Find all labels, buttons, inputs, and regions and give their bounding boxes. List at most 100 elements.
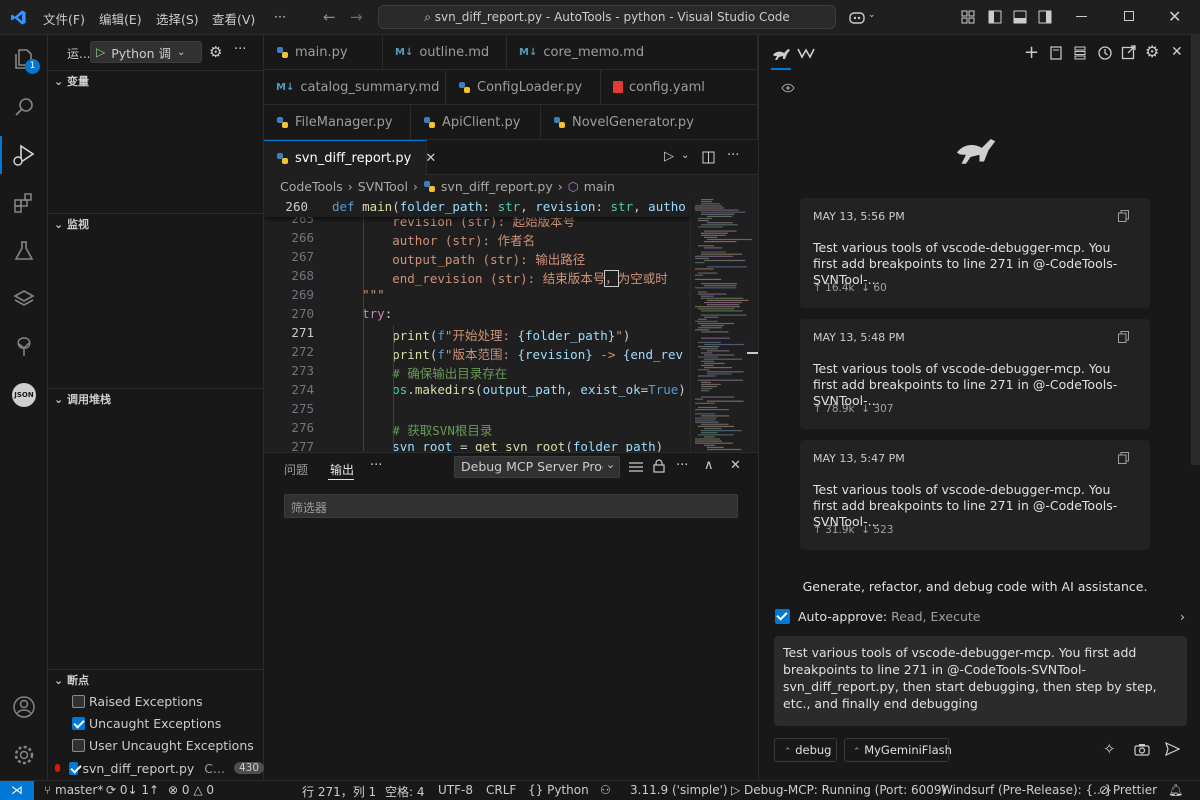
copilot-icon[interactable]	[848, 9, 866, 25]
maximize-panel-icon[interactable]: ∧	[704, 458, 714, 473]
menu-edit[interactable]: 编辑(E)	[99, 9, 142, 28]
watch-section-header[interactable]: ⌄ 监视	[48, 213, 264, 235]
close-window-icon[interactable]: ✕	[1168, 7, 1181, 26]
problems-status[interactable]: ⊗ 0 △ 0	[168, 783, 214, 797]
maximize-icon[interactable]	[1124, 11, 1134, 21]
editor-more-actions-icon[interactable]: ···	[727, 148, 739, 163]
history-card[interactable]: MAY 13, 5:56 PM Test various tools of vs…	[800, 198, 1150, 308]
breadcrumb-item[interactable]: svn_diff_report.py	[441, 179, 553, 194]
breadcrumb-item[interactable]: main	[584, 179, 615, 194]
checkbox-raised[interactable]	[72, 695, 85, 708]
layers-icon[interactable]	[0, 275, 48, 323]
checkbox-file-breakpoint[interactable]	[69, 761, 79, 775]
indentation[interactable]: 空格: 4	[385, 783, 425, 800]
run-python-file-icon[interactable]: ▷	[664, 149, 674, 164]
close-panel-icon[interactable]: ✕	[730, 458, 741, 473]
cursor-position[interactable]: 行 271，列 1	[302, 783, 376, 800]
callstack-section-header[interactable]: ⌄ 调用堆栈	[48, 388, 264, 410]
breakpoint-file-row[interactable]: svn_diff_report.py C... 430	[48, 757, 264, 779]
tab-core-memo-md[interactable]: M↓ core_memo.md	[507, 35, 758, 70]
search-icon[interactable]	[0, 83, 48, 131]
sticky-scroll-line[interactable]: 260 def main(folder_path: str, revision:…	[264, 197, 690, 217]
auto-approve-row[interactable]: Auto-approve: Read, Execute ›	[775, 606, 1185, 626]
python-interpreter[interactable]: 3.11.9 ('simple')	[630, 783, 728, 797]
checkbox-uncaught[interactable]	[72, 717, 85, 730]
menu-view[interactable]: 查看(V)	[212, 9, 255, 28]
close-chat-icon[interactable]: ✕	[1171, 44, 1183, 60]
prettier-status[interactable]: ⊘ Prettier	[1099, 783, 1157, 797]
chat-input[interactable]: Test various tools of vscode-debugger-mc…	[774, 636, 1187, 726]
copilot-dropdown-icon[interactable]: ⌄	[868, 10, 876, 20]
tab-output[interactable]: 输出	[330, 461, 354, 478]
breakpoint-uncaught-exceptions[interactable]: Uncaught Exceptions	[72, 716, 221, 731]
notifications-bell-icon[interactable]: 🔔︎	[1168, 783, 1183, 797]
tab-apiclient-py[interactable]: ApiClient.py	[411, 105, 541, 140]
debug-settings-gear-icon[interactable]: ⚙	[209, 43, 222, 61]
output-channel-select[interactable]: Debug MCP Server Proc	[454, 456, 620, 478]
testing-flask-icon[interactable]	[0, 227, 48, 275]
auto-approve-checkbox[interactable]	[775, 608, 790, 624]
tab-filemanager-py[interactable]: FileManager.py	[264, 105, 411, 140]
filter-list-icon[interactable]	[629, 462, 643, 473]
open-external-icon[interactable]	[1121, 45, 1136, 60]
code-editor[interactable]: 260 def main(folder_path: str, revision:…	[264, 197, 758, 452]
breadcrumb-item[interactable]: CodeTools	[280, 179, 343, 194]
tab-novelgenerator-py[interactable]: NovelGenerator.py	[541, 105, 758, 140]
copy-icon[interactable]	[1118, 210, 1129, 222]
customize-layout-icon[interactable]	[961, 10, 975, 24]
toggle-panel-icon[interactable]	[1013, 10, 1027, 24]
send-icon[interactable]	[1165, 742, 1180, 756]
extensions-icon[interactable]	[0, 179, 48, 227]
minimize-icon[interactable]	[1076, 16, 1087, 17]
panel-more-icon[interactable]: ···	[370, 458, 382, 473]
model-selector[interactable]: ⌃ MyGeminiFlash	[844, 738, 952, 762]
split-editor-icon[interactable]	[702, 151, 715, 164]
debug-mcp-status[interactable]: ▷ Debug-MCP: Running (Port: 6009)	[731, 783, 946, 797]
forward-arrow-icon[interactable]: →	[350, 8, 363, 26]
toggle-primary-sidebar-icon[interactable]	[988, 10, 1002, 24]
tab-catalog-summary-md[interactable]: M↓ catalog_summary.md	[264, 70, 446, 105]
minimap[interactable]	[690, 197, 758, 452]
manage-gear-icon[interactable]	[0, 731, 48, 779]
json-icon[interactable]: JSON	[0, 371, 48, 419]
start-debug-icon[interactable]: ▷	[96, 45, 105, 59]
git-branch[interactable]: ⑂ master*	[44, 783, 103, 797]
panel-overflow-icon[interactable]: ···	[676, 458, 688, 473]
chevron-right-icon[interactable]: ›	[1180, 609, 1185, 624]
end-of-line[interactable]: CRLF	[486, 783, 516, 797]
run-dropdown-icon[interactable]: ⌄	[681, 150, 689, 161]
copy-icon[interactable]	[1118, 331, 1129, 343]
language-mode[interactable]: {} Python	[528, 783, 589, 797]
encoding[interactable]: UTF-8	[438, 783, 473, 797]
windsurf-tab-icon[interactable]	[797, 47, 815, 59]
mode-selector[interactable]: ⌃ debug	[774, 738, 837, 762]
toggle-secondary-sidebar-icon[interactable]	[1038, 10, 1052, 24]
history-card[interactable]: MAY 13, 5:48 PM Test various tools of vs…	[800, 319, 1150, 429]
more-actions-icon[interactable]: ···	[234, 42, 246, 57]
menu-selection[interactable]: 选择(S)	[156, 9, 199, 28]
windsurf-status[interactable]: Windsurf (Pre-Release): {...}	[941, 783, 1112, 797]
tab-outline-md[interactable]: M↓ outline.md	[383, 35, 507, 70]
menu-more[interactable]: ···	[274, 9, 286, 24]
breakpoint-user-uncaught[interactable]: User Uncaught Exceptions	[72, 738, 254, 753]
tab-main-py[interactable]: main.py	[264, 35, 383, 70]
output-filter-input[interactable]: 筛选器	[284, 494, 738, 518]
eye-icon[interactable]	[781, 83, 795, 93]
tab-problems[interactable]: 问题	[284, 461, 308, 478]
tab-config-yaml[interactable]: config.yaml	[601, 70, 758, 105]
lock-icon[interactable]	[653, 459, 665, 473]
database-icon[interactable]	[1073, 46, 1087, 60]
enhance-sparkle-icon[interactable]: ✧	[1103, 740, 1116, 758]
breakpoints-section-header[interactable]: ⌄ 断点	[48, 669, 264, 691]
account-icon[interactable]	[0, 683, 48, 731]
camera-icon[interactable]	[1134, 743, 1150, 756]
new-chat-plus-icon[interactable]: +	[1024, 42, 1039, 63]
run-config-dropdown[interactable]: ▷ Python 调 ⌄	[90, 41, 202, 63]
chat-settings-gear-icon[interactable]: ⚙	[1145, 42, 1159, 61]
breadcrumb-item[interactable]: SVNTool	[358, 179, 408, 194]
python-env-icon[interactable]: ⚇	[600, 783, 611, 797]
chat-scrollbar[interactable]	[1191, 35, 1200, 465]
tab-svn-diff-report-py[interactable]: svn_diff_report.py ✕	[264, 140, 436, 175]
history-card[interactable]: MAY 13, 5:47 PM Test various tools of vs…	[800, 440, 1150, 550]
explorer-icon[interactable]	[0, 35, 48, 83]
